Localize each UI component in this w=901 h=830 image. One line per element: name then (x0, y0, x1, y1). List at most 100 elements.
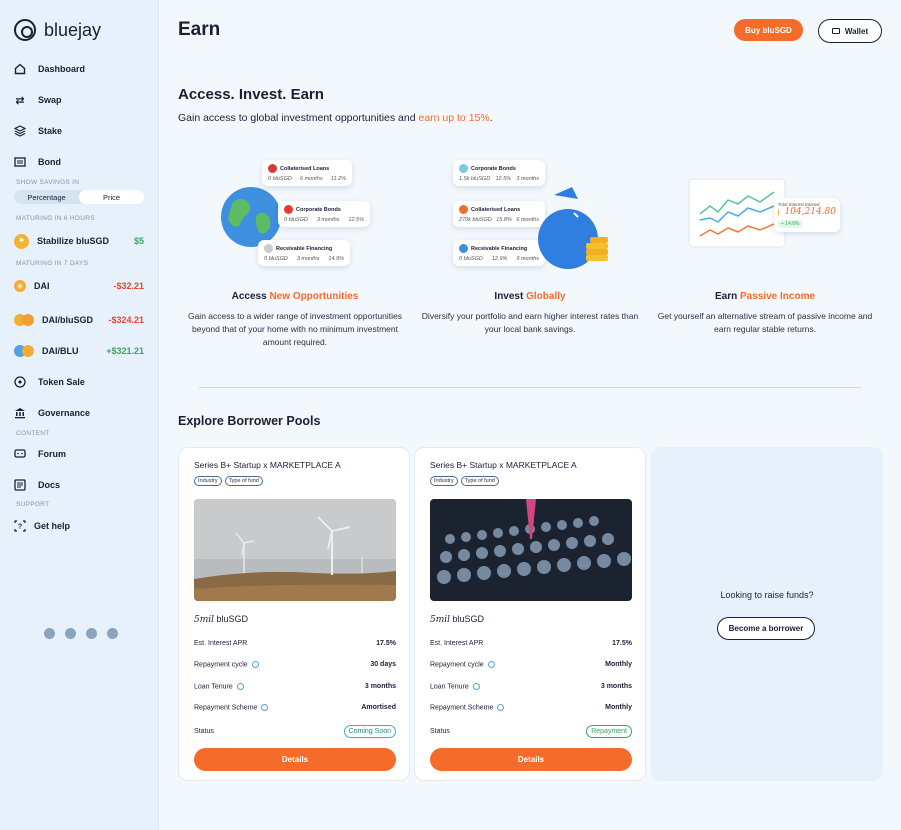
info-icon[interactable] (251, 661, 259, 668)
toggle-price[interactable]: Price (79, 190, 144, 204)
line-chart-icon (688, 178, 786, 248)
details-button[interactable]: Details (430, 748, 632, 771)
token-value: +$321.21 (106, 346, 144, 356)
feature-body: Gain access to a wider range of investme… (187, 311, 403, 347)
bank-icon (14, 407, 26, 419)
pool-row-loan-tenure: Loan Tenure 3 months (430, 683, 632, 691)
medium-icon[interactable] (65, 628, 76, 639)
info-icon[interactable] (261, 704, 269, 711)
hero-title: Access. Invest. Earn (178, 86, 324, 103)
invest-illustration: Corporate Bonds 1.5k bluSGD 12.5% 3 months… (450, 158, 615, 278)
dai-blu-pair-icon (14, 345, 34, 357)
sidebar-item-swap[interactable]: ⇄ Swap (14, 92, 61, 108)
feature-access: Access New Opportunities Gain access to … (185, 291, 405, 349)
feature-title: Invest Globally (494, 291, 566, 302)
raise-funds-text: Looking to raise funds? (720, 590, 814, 600)
brand-name: bluejay (44, 19, 102, 40)
pool-row-status: Status Coming Soon (194, 725, 396, 738)
docs-icon (14, 479, 26, 491)
total-interest-change: + 14.8% (778, 220, 803, 228)
home-icon (14, 63, 26, 75)
pool-tag: Industry (194, 476, 222, 486)
pool-title: Series B+ Startup x MARKETPLACE A (194, 460, 341, 470)
maturing-item-dai-blusgd[interactable]: DAI/bluSGD -$324.21 (14, 312, 144, 328)
sidebar: bluejay Dashboard ⇄ Swap Stake Bond SHOW… (0, 0, 159, 830)
sidebar-item-label: Bond (38, 157, 61, 167)
hero-subtitle-accent: earn up to 15% (418, 112, 490, 124)
pool-row-repayment-scheme: Repayment Scheme Monthly (430, 704, 632, 712)
wallet-icon (831, 28, 840, 34)
maturing-item-stabilize[interactable]: ⚑ Stabilize bluSGD $5 (14, 233, 144, 249)
pool-tags: Industry Type of fund (194, 476, 263, 486)
swap-icon: ⇄ (15, 94, 25, 107)
buy-blusgd-button[interactable]: Buy bluSGD (734, 19, 803, 41)
total-interest-card: Total Interest Earned 104,214.80 + 14.8% (774, 198, 840, 232)
chat-icon (14, 448, 26, 460)
illus-card-collaterised-2: Collaterised Loans 270k bluSGD 15.8% 6 mon… (453, 201, 545, 227)
pool-row-repayment-cycle: Repayment cycle Monthly (430, 661, 632, 669)
info-icon[interactable] (472, 683, 480, 690)
hero-subtitle-suffix: . (489, 112, 493, 124)
sidebar-item-get-help[interactable]: ? Get help (14, 518, 70, 534)
brand-logo[interactable]: bluejay (14, 19, 101, 41)
hero-subtitle: Gain access to global investment opportu… (178, 112, 493, 124)
feature-title: Earn Passive Income (714, 291, 816, 302)
illus-card-corporate-2: Corporate Bonds 1.5k bluSGD 12.5% 3 months (453, 160, 545, 186)
github-icon[interactable] (44, 628, 55, 639)
info-icon[interactable] (236, 683, 244, 690)
wallet-label: Wallet (844, 26, 869, 36)
pool-row-apr: Est. Interest APR 17.5% (194, 640, 396, 647)
sidebar-item-token-sale[interactable]: Token Sale (14, 374, 85, 390)
globe-icon (221, 187, 281, 247)
status-badge: Repayment (586, 725, 632, 738)
pool-tags: Industry Type of fund (430, 476, 499, 486)
token-value: -$32.21 (113, 281, 144, 291)
sidebar-item-forum[interactable]: Forum (14, 446, 66, 462)
sidebar-item-label: Stake (38, 126, 63, 136)
twitter-icon[interactable] (86, 628, 97, 639)
feature-body: Diversify your portfolio and earn higher… (421, 311, 639, 334)
wallet-button[interactable]: Wallet (818, 19, 882, 43)
maturing-item-dai[interactable]: ◈ DAI -$32.21 (14, 278, 144, 294)
token-name: DAI/BLU (42, 346, 79, 356)
details-button[interactable]: Details (194, 748, 396, 771)
show-savings-label: SHOW SAVINGS IN (16, 179, 80, 186)
maturing-item-dai-blu[interactable]: DAI/BLU +$321.21 (14, 343, 144, 359)
sidebar-item-governance[interactable]: Governance (14, 405, 90, 421)
pool-row-repayment-cycle: Repayment cycle 30 days (194, 661, 396, 669)
illus-card-collaterised: Collaterised Loans 0 bluSGD 6 months 11.2% (262, 160, 352, 186)
token-name: DAI (34, 281, 50, 291)
borrower-pool-card[interactable]: Series B+ Startup x MARKETPLACE A Indust… (414, 447, 646, 781)
discord-icon[interactable] (107, 628, 118, 639)
total-interest-value: 104,214.80 (784, 207, 836, 217)
become-borrower-button[interactable]: Become a borrower (717, 617, 815, 640)
pool-amount: 5mil bluSGD (430, 614, 485, 625)
sidebar-item-dashboard[interactable]: Dashboard (14, 61, 85, 77)
token-value: $5 (133, 236, 144, 246)
info-icon[interactable] (487, 661, 495, 668)
info-icon[interactable] (497, 704, 505, 711)
bluejay-logo-icon (14, 19, 36, 41)
feature-invest: Invest Globally Diversify your portfolio… (420, 291, 640, 336)
sidebar-item-bond[interactable]: Bond (14, 154, 61, 170)
access-illustration: Collaterised Loans 0 bluSGD 6 months 11.2%… (218, 158, 378, 278)
sidebar-item-label: Governance (38, 408, 91, 418)
earn-illustration: Total Interest Earned 104,214.80 + 14.8% (688, 178, 843, 258)
sidebar-item-docs[interactable]: Docs (14, 477, 60, 493)
explore-title: Explore Borrower Pools (178, 414, 321, 428)
svg-text:?: ? (18, 524, 22, 531)
token-icon (14, 376, 26, 388)
help-icon: ? (14, 520, 26, 532)
dai-coin-icon: ◈ (14, 280, 26, 292)
pool-row-apr: Est. Interest APR 17.5% (430, 640, 632, 647)
layers-icon (14, 125, 26, 137)
wind-turbines-image (194, 499, 396, 601)
sidebar-item-label: Dashboard (38, 64, 86, 74)
sidebar-item-stake[interactable]: Stake (14, 123, 62, 139)
feature-body: Get yourself an alternative stream of pa… (657, 311, 873, 334)
savings-unit-toggle[interactable]: Percentage Price (14, 190, 144, 204)
borrower-pool-card[interactable]: Series B+ Startup x MARKETPLACE A Indust… (178, 447, 410, 781)
lab-pipette-image (430, 499, 632, 601)
sidebar-item-label: Get help (34, 521, 71, 531)
toggle-percentage[interactable]: Percentage (14, 190, 79, 204)
